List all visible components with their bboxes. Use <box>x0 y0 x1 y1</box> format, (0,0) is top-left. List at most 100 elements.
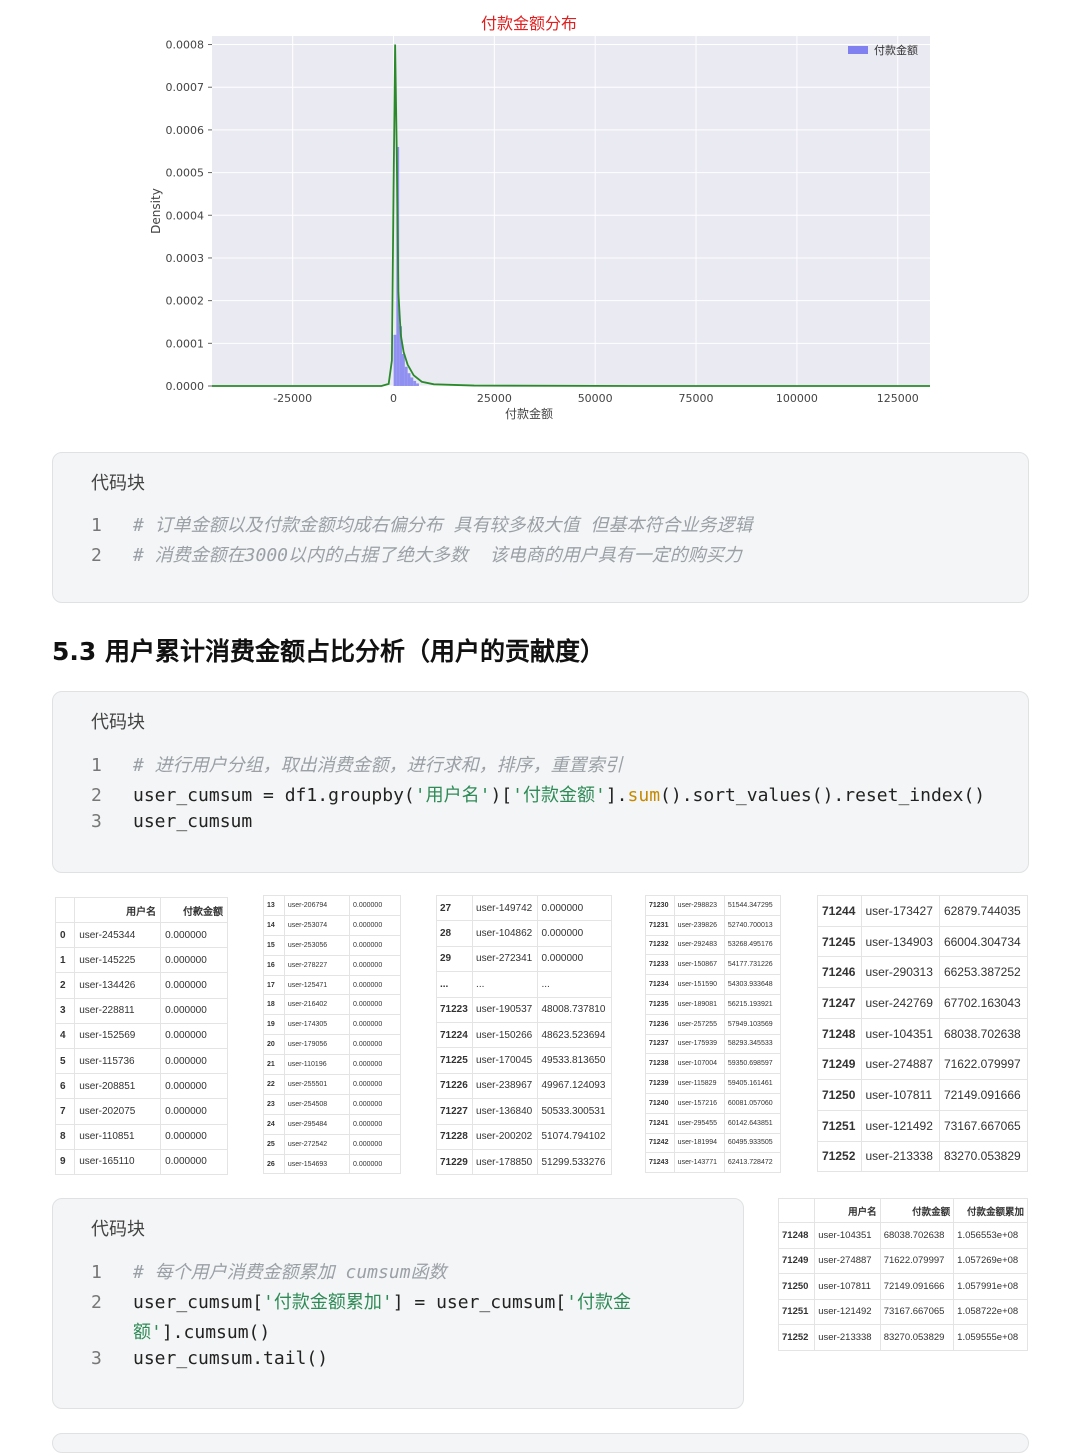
table-cell: 0.000000 <box>349 1034 401 1056</box>
table-cell: 72149.091666 <box>879 1273 955 1300</box>
table-row: 71239 user-115829 59405.161461 <box>645 1073 782 1094</box>
table-row: 71235 user-189081 56215.193921 <box>645 993 782 1015</box>
table-cell: user-295455 <box>673 1112 725 1134</box>
line-number: 1 <box>91 755 102 776</box>
table-cell: user-179056 <box>283 1034 351 1056</box>
table-cell: 0.000000 <box>349 1074 401 1095</box>
table-cell: 0.000000 <box>537 920 612 947</box>
table-row: 71223 user-190537 48008.737810 <box>435 996 612 1023</box>
row-index: 71249 <box>817 1048 862 1081</box>
histogram-bar <box>416 383 419 386</box>
table-cell: user-213338 <box>860 1140 940 1173</box>
table-cell: 1.059555e+08 <box>953 1324 1028 1351</box>
table-cell: 0.000000 <box>537 894 612 922</box>
y-tick-label: 0.0002 <box>166 295 205 308</box>
line-number: 1 <box>91 1262 102 1283</box>
table-cell: user-200202 <box>472 1123 539 1150</box>
table-row: 71250 user-107811 72149.091666 <box>817 1079 1029 1111</box>
table-cell: user-290313 <box>860 956 940 989</box>
table-cell: user-154693 <box>283 1153 351 1175</box>
row-index: 71247 <box>817 987 862 1019</box>
table-cell: 68038.702638 <box>879 1222 955 1249</box>
table-cell: user-274887 <box>860 1048 940 1081</box>
table-cell: user-238967 <box>472 1072 539 1100</box>
table-cell: 0.000000 <box>349 1113 401 1135</box>
row-index: 20 <box>263 1034 285 1056</box>
row-index: 71235 <box>645 993 675 1015</box>
table-row: 4 user-152569 0.000000 <box>54 1022 228 1049</box>
table-cell: 59405.161461 <box>723 1073 782 1094</box>
row-index: 71225 <box>435 1047 474 1074</box>
code-comment: # 订单金额以及付款金额均成右偏分布 具有较多极大值 但基本符合业务逻辑 <box>133 515 753 536</box>
row-index: 17 <box>263 974 285 996</box>
table-cell: user-165110 <box>74 1148 162 1175</box>
code-block-4-partial[interactable] <box>52 1433 1029 1453</box>
table-cell: 62413.728472 <box>723 1152 782 1174</box>
code-block-title: 代码块 <box>91 712 145 733</box>
row-index: 0 <box>54 921 76 949</box>
table-cell: 0.000000 <box>349 1054 401 1076</box>
histogram-bar <box>410 377 414 386</box>
table-row: ......... <box>435 971 612 998</box>
table-cell: 0.000000 <box>349 895 401 916</box>
table-cell: 49533.813650 <box>537 1047 612 1074</box>
code-block-3[interactable]: 代码块 1 # 每个用户消费金额累加 cumsum函数 2 user_cumsum[… <box>52 1198 744 1409</box>
row-index: 71249 <box>777 1247 816 1274</box>
x-tick-label: 0 <box>390 392 397 405</box>
cumsum-tail-table: 用户名 付款金额 付款金额累加 71248 user-104351 68038.70263… <box>777 1198 1028 1351</box>
table-row: 2 user-134426 0.000000 <box>54 972 228 999</box>
table-cell: 72149.091666 <box>938 1079 1029 1111</box>
code-block-2[interactable]: 代码块 1 # 进行用户分组，取出消费金额，进行求和，排序，重置索引 2 user_… <box>52 691 1029 873</box>
table-row: 71251 user-121492 73167.667065 1.058722e+08 <box>777 1298 1028 1325</box>
code-block-1[interactable]: 代码块 1 # 订单金额以及付款金额均成右偏分布 具有较多极大值 但基本符合业务逻… <box>52 452 1029 603</box>
table-cell: 48008.737810 <box>537 996 612 1023</box>
x-tick-label: 100000 <box>776 392 818 405</box>
table-cell: user-253074 <box>283 914 351 936</box>
row-index: 3 <box>54 997 76 1024</box>
table-cell: 0.000000 <box>160 1123 228 1150</box>
table-row: 71238 user-107004 59350.698597 <box>645 1053 782 1075</box>
table-cell: user-149742 <box>472 894 539 922</box>
table-cell: user-134426 <box>74 972 162 999</box>
table-cell: user-107004 <box>673 1053 725 1075</box>
row-index: 4 <box>54 1022 76 1049</box>
code-text: user_cumsum = df1.groupby( <box>133 785 415 806</box>
dataframe-table-part: 27 user-149742 0.000000 28 user-104862 0.0000… <box>435 894 612 1176</box>
table-cell: 59350.698597 <box>723 1053 782 1075</box>
row-index: 71251 <box>817 1109 862 1142</box>
table-cell: user-143771 <box>673 1152 725 1174</box>
table-row: 71250 user-107811 72149.091666 1.057991e+08 <box>777 1273 1028 1300</box>
table-row: 1 user-145225 0.000000 <box>54 947 228 974</box>
table-cell: 0.000000 <box>349 954 401 976</box>
table-cell: 54303.933648 <box>723 974 782 995</box>
table-cell: user-181994 <box>673 1132 725 1154</box>
row-index: 71231 <box>645 914 675 936</box>
table-cell: 60142.643851 <box>723 1112 782 1134</box>
table-cell: 66004.304734 <box>938 925 1029 958</box>
row-index: 9 <box>54 1148 76 1175</box>
table-cell: 49967.124093 <box>537 1072 612 1100</box>
code-line: 2 # 消费金额在3000以内的占据了绝大多数 该电商的用户具有一定的购买力 <box>91 541 742 567</box>
legend-label: 付款金额 <box>874 43 918 57</box>
table-row: 71241 user-295455 60142.643851 <box>645 1112 782 1134</box>
table-cell: 57949.103569 <box>723 1013 782 1035</box>
table-row: 71252 user-213338 83270.053829 1.059555e+08 <box>777 1324 1028 1351</box>
row-index: 71252 <box>817 1140 862 1173</box>
row-index: 71248 <box>817 1017 862 1050</box>
table-cell: user-125471 <box>283 974 351 996</box>
x-tick-label: 50000 <box>578 392 613 405</box>
table-cell: 0.000000 <box>349 1153 401 1175</box>
table-cell: 0.000000 <box>349 1093 401 1115</box>
table-row: 9 user-165110 0.000000 <box>54 1148 228 1175</box>
table-cell: user-189081 <box>673 993 725 1015</box>
row-index: 71226 <box>435 1072 474 1100</box>
table-cell: user-208851 <box>74 1073 162 1100</box>
table-row: 71228 user-200202 51074.794102 <box>435 1123 612 1150</box>
table-row: 14 user-253074 0.000000 <box>263 914 401 936</box>
code-text: ]. <box>605 785 628 806</box>
code-text: user_cumsum <box>133 811 253 832</box>
row-index: 7 <box>54 1098 76 1125</box>
table-row: 71230 user-298823 51544.347295 <box>645 895 782 916</box>
table-cell: ... <box>472 971 539 998</box>
table-row: 28 user-104862 0.000000 <box>435 920 612 947</box>
